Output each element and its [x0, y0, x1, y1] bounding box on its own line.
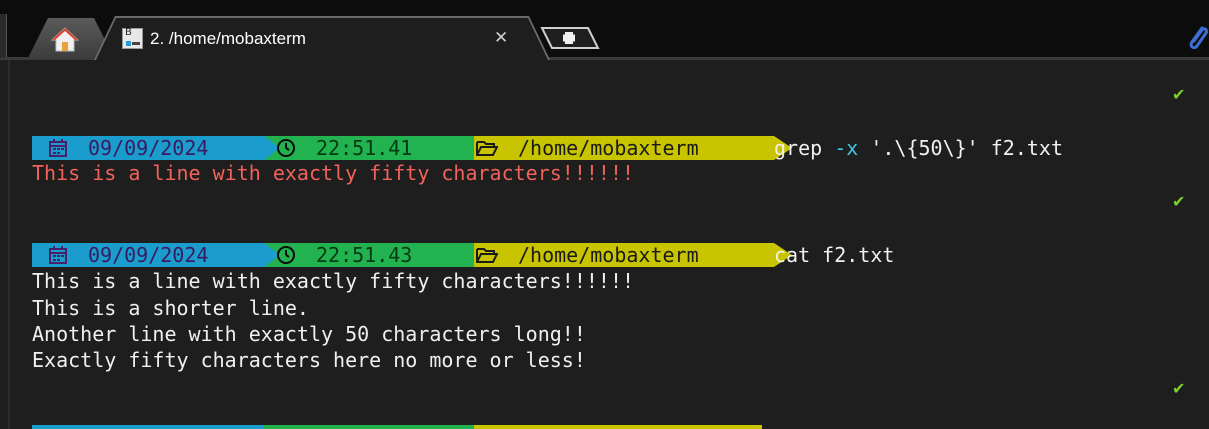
prompt-time: 22:51.43 — [316, 243, 413, 267]
session-tab-title[interactable]: 2. /home/mobaxterm — [150, 28, 306, 50]
calendar-icon — [49, 139, 67, 157]
output-line: Another line with exactly 50 characters … — [32, 322, 586, 346]
home-icon[interactable] — [51, 26, 79, 52]
clock-icon — [277, 246, 295, 264]
prompt-time: 22:51.41 — [316, 136, 413, 160]
prompt-date: 09/09/2024 — [88, 243, 209, 267]
folder-icon — [476, 141, 498, 156]
prompt-path: /home/mobaxterm — [518, 136, 699, 160]
terminal-left-border — [8, 60, 10, 429]
output-line: This is a shorter line. — [32, 296, 309, 320]
clock-icon — [277, 139, 295, 157]
status-check-icon: ✔ — [1172, 379, 1186, 398]
command-name: grep — [774, 136, 835, 160]
plus-icon[interactable] — [540, 26, 600, 50]
prompt-line: 09/09/2024 22:51.43 /home/mobaxterm cat … — [32, 243, 1182, 267]
output-line: This is a line with exactly fifty charac… — [32, 269, 635, 293]
command-text: grep -x '.\{50\}' f2.txt — [774, 136, 1063, 160]
command-text: cat f2.txt — [774, 243, 895, 267]
command-flag: -x — [834, 136, 859, 160]
close-tab-icon[interactable]: ✕ — [494, 27, 508, 49]
output-line: This is a line with exactly fifty charac… — [32, 161, 635, 185]
command-args: '.\{50\}' f2.txt — [858, 136, 1064, 160]
prompt-line: 09/09/2024 22:51.41 /home/mobaxterm grep… — [32, 136, 1182, 160]
folder-icon — [476, 248, 498, 263]
output-line: Exactly fifty characters here no more or… — [32, 348, 586, 372]
calendar-icon — [49, 246, 67, 264]
terminal-icon: B — [122, 27, 143, 49]
window-left-edge — [0, 14, 7, 58]
next-prompt-strip — [32, 425, 762, 429]
prompt-date: 09/09/2024 — [88, 136, 209, 160]
status-check-icon: ✔ — [1172, 192, 1186, 211]
status-check-icon: ✔ — [1172, 85, 1186, 104]
paperclip-icon[interactable] — [1186, 22, 1209, 54]
prompt-path: /home/mobaxterm — [518, 243, 699, 267]
mobaxterm-window: B 2. /home/mobaxterm ✕ ✔ 09/09/2024 22:5… — [0, 0, 1209, 429]
